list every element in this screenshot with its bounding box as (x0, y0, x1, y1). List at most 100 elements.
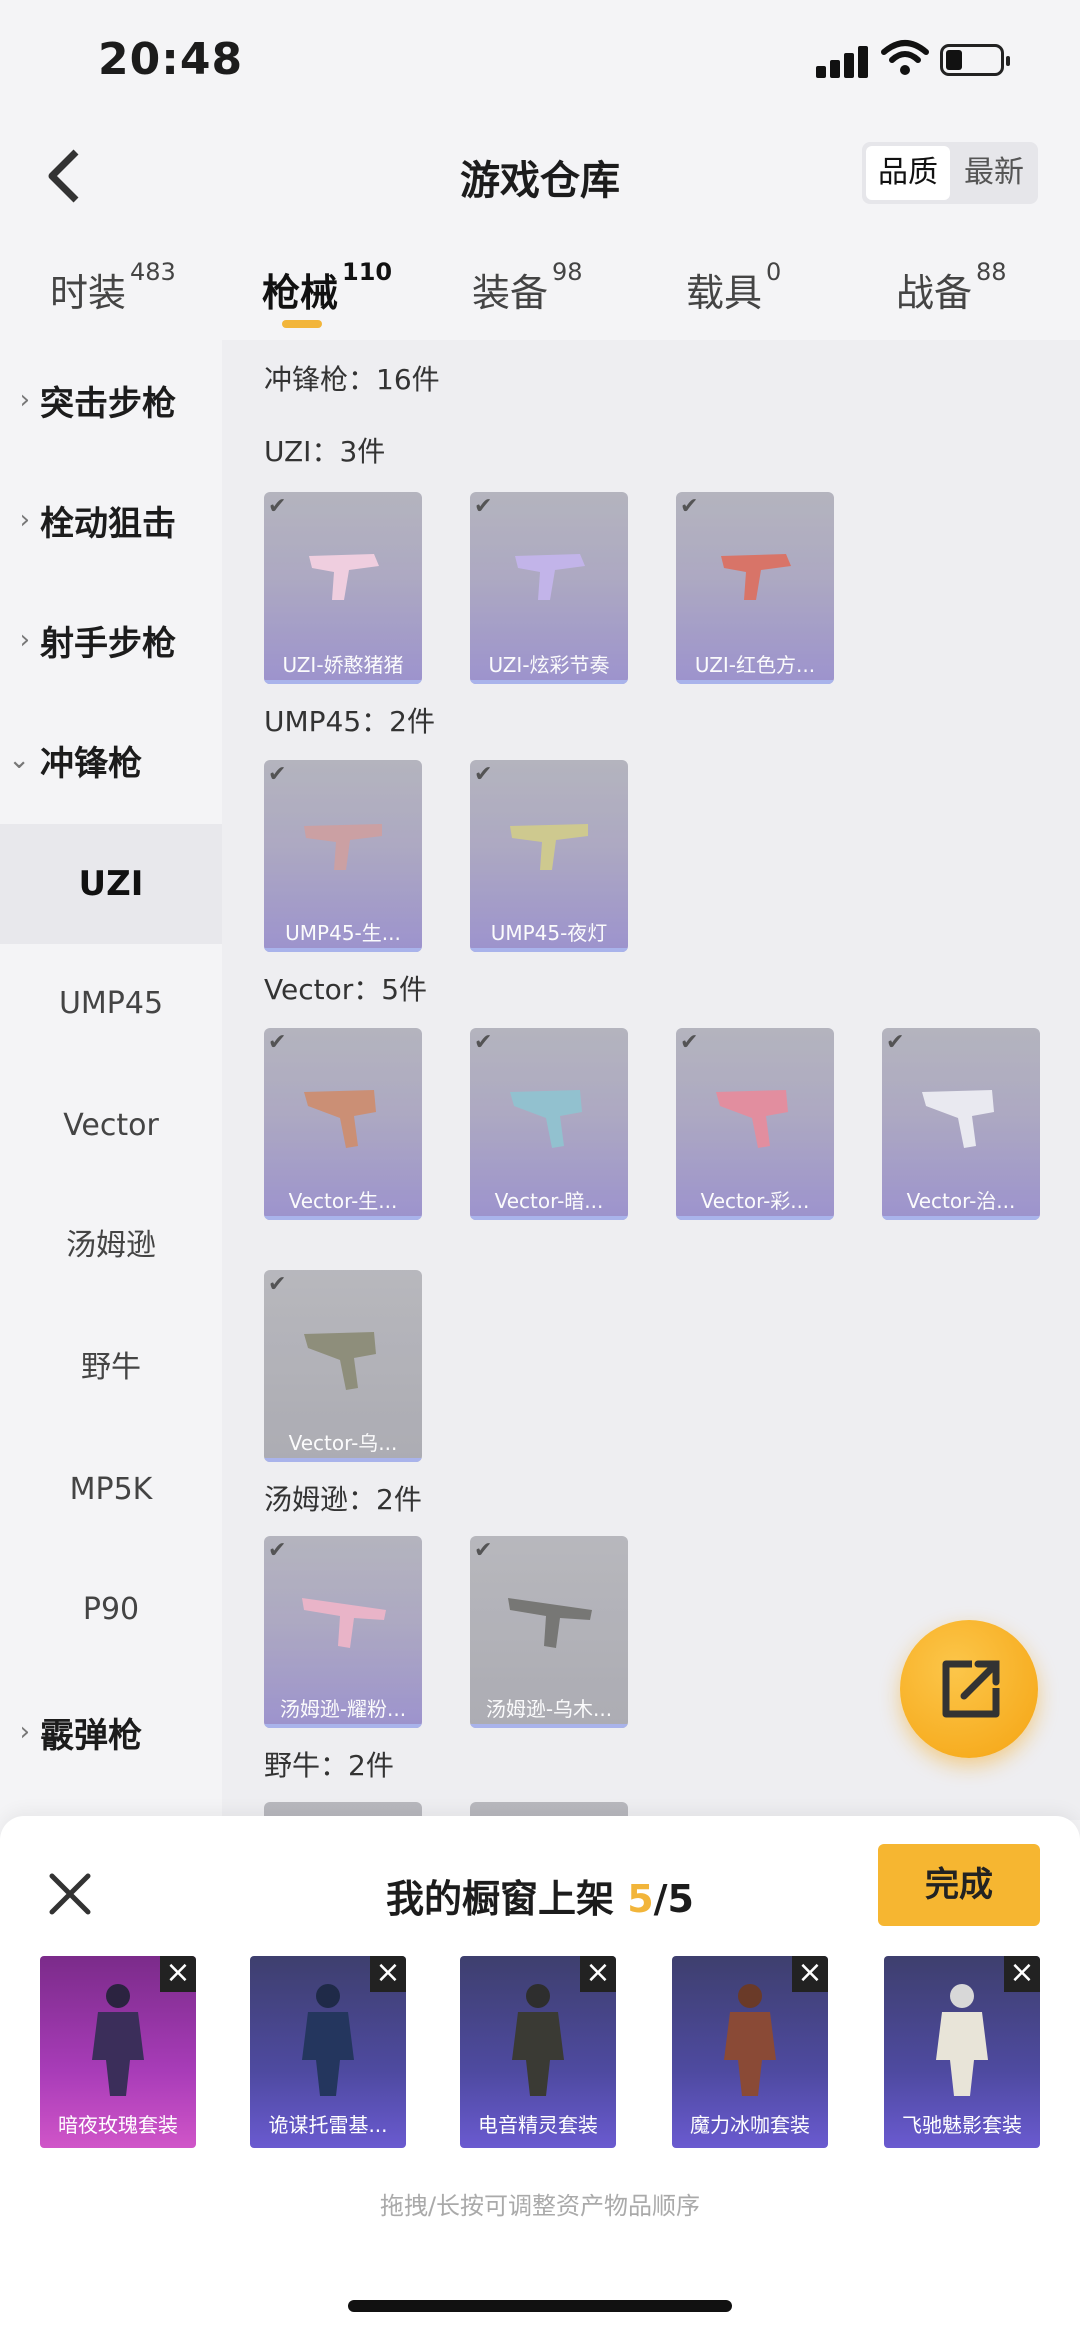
outfit-thumbnail (302, 1984, 354, 2096)
outfit-thumbnail (512, 1984, 564, 2096)
done-button[interactable]: 完成 (878, 1844, 1040, 1926)
check-icon: ✔ (268, 762, 287, 787)
wifi-icon (881, 40, 929, 75)
item-card[interactable]: ✔ UZI-红色方... (676, 492, 834, 684)
battery-icon (940, 44, 1010, 76)
group-label: UMP45：2件 (264, 705, 435, 738)
sort-quality-button[interactable]: 品质 (866, 146, 950, 200)
tab-firearms[interactable]: 枪械 110 (262, 258, 392, 317)
gun-thumbnail (508, 1598, 592, 1648)
home-indicator (348, 2300, 732, 2312)
showcase-item[interactable]: × 电音精灵套装 (460, 1956, 616, 2148)
remove-icon[interactable]: × (160, 1956, 196, 1992)
item-card[interactable]: ✔ 汤姆逊-耀粉... (264, 1536, 422, 1728)
rarity-bar (470, 680, 628, 684)
check-icon: ✔ (680, 1030, 699, 1055)
item-grid: 冲锋枪：16件 UZI：3件 ✔ UZI-娇憨猪猪 ✔ UZI-炫彩节奏 ✔ UZI-… (222, 340, 1080, 1820)
sidebar-sub-uzi[interactable]: UZI (0, 824, 222, 944)
remove-icon[interactable]: × (370, 1956, 406, 1992)
sidebar-item-smg[interactable]: ⌄ 冲锋枪 (0, 700, 222, 820)
check-icon: ✔ (474, 494, 493, 519)
check-icon: ✔ (886, 1030, 905, 1055)
check-icon: ✔ (680, 494, 699, 519)
showcase-item[interactable]: × 魔力冰咖套装 (672, 1956, 828, 2148)
item-card[interactable]: ✔ Vector-彩... (676, 1028, 834, 1220)
showcase-item[interactable]: × 诡谋托雷基... (250, 1956, 406, 2148)
tab-equipment[interactable]: 装备 98 (472, 258, 583, 317)
gun-thumbnail (304, 824, 382, 870)
gun-thumbnail (309, 554, 379, 600)
gun-thumbnail (922, 1090, 994, 1148)
rarity-bar (470, 948, 628, 952)
share-button[interactable] (900, 1620, 1038, 1758)
sidebar-sub-vector[interactable]: Vector (0, 1066, 222, 1186)
status-bar: 20:48 (0, 0, 1080, 120)
category-header: 冲锋枪：16件 (264, 363, 440, 396)
item-card[interactable]: ✔ UZI-娇憨猪猪 (264, 492, 422, 684)
showcase-sheet: 我的橱窗上架 5/5 完成 × 暗夜玫瑰套装 × 诡谋托雷基... × 电音精灵… (0, 1816, 1080, 2336)
reorder-hint: 拖拽/长按可调整资产物品顺序 (379, 2192, 701, 2220)
gun-thumbnail (721, 554, 791, 600)
remove-icon[interactable]: × (792, 1956, 828, 1992)
tab-supplies[interactable]: 战备 88 (896, 258, 1007, 317)
sidebar-sub-ump45[interactable]: UMP45 (0, 944, 222, 1064)
gun-thumbnail (716, 1090, 788, 1148)
gun-thumbnail (302, 1598, 386, 1648)
sort-newest-button[interactable]: 最新 (952, 146, 1036, 200)
gun-thumbnail (515, 554, 585, 600)
group-label: 汤姆逊：2件 (264, 1483, 422, 1516)
item-card[interactable]: ✔ UMP45-夜灯 (470, 760, 628, 952)
sort-toggle: 品质 最新 (862, 142, 1038, 204)
gun-thumbnail (510, 824, 588, 870)
sidebar-sub-p90[interactable]: P90 (0, 1550, 222, 1670)
check-icon: ✔ (268, 1272, 287, 1297)
group-label: Vector：5件 (264, 973, 428, 1006)
item-card[interactable]: ✔ Vector-治... (882, 1028, 1040, 1220)
group-label: UZI：3件 (264, 435, 386, 468)
item-card[interactable]: ✔ UZI-炫彩节奏 (470, 492, 628, 684)
tab-fashion[interactable]: 时装 483 (50, 258, 176, 317)
sidebar-sub-thompson[interactable]: 汤姆逊 (0, 1186, 222, 1306)
rarity-bar (264, 680, 422, 684)
rarity-bar (470, 1216, 628, 1220)
sidebar-item-bolt-sniper[interactable]: › 栓动狙击 (0, 460, 222, 580)
sidebar-item-marksman-rifle[interactable]: › 射手步枪 (0, 580, 222, 700)
rarity-bar (882, 1216, 1040, 1220)
tab-vehicles[interactable]: 载具 0 (686, 258, 781, 317)
outfit-thumbnail (92, 1984, 144, 2096)
share-icon (942, 1660, 1000, 1718)
remove-icon[interactable]: × (580, 1956, 616, 1992)
item-card[interactable]: ✔ Vector-暗... (470, 1028, 628, 1220)
item-card[interactable]: ✔ Vector-生... (264, 1028, 422, 1220)
rarity-bar (264, 1216, 422, 1220)
showcase-item[interactable]: × 暗夜玫瑰套装 (40, 1956, 196, 2148)
check-icon: ✔ (268, 1030, 287, 1055)
gun-thumbnail (304, 1332, 376, 1390)
check-icon: ✔ (474, 762, 493, 787)
rarity-bar (264, 1724, 422, 1728)
remove-icon[interactable]: × (1004, 1956, 1040, 1992)
rarity-bar (676, 1216, 834, 1220)
sidebar: › 突击步枪 › 栓动狙击 › 射手步枪 ⌄ 冲锋枪 UZI UMP45 Vector … (0, 340, 222, 1820)
sidebar-sub-mp5k[interactable]: MP5K (0, 1430, 222, 1550)
check-icon: ✔ (474, 1030, 493, 1055)
outfit-thumbnail (724, 1984, 776, 2096)
item-card[interactable]: ✔ 汤姆逊-乌木... (470, 1536, 628, 1728)
chevron-right-icon: › (19, 505, 30, 535)
sidebar-sub-bizon[interactable]: 野牛 (0, 1308, 222, 1428)
sidebar-item-assault-rifle[interactable]: › 突击步枪 (0, 340, 222, 460)
category-tabs: 时装 483 枪械 110 装备 98 载具 0 战备 88 (0, 252, 1080, 332)
chevron-down-icon: ⌄ (8, 745, 30, 775)
chevron-right-icon: › (19, 625, 30, 655)
gun-thumbnail (304, 1090, 376, 1148)
check-icon: ✔ (268, 494, 287, 519)
rarity-bar (470, 1724, 628, 1728)
showcase-item[interactable]: × 飞驰魅影套装 (884, 1956, 1040, 2148)
check-icon: ✔ (268, 1538, 287, 1563)
item-card[interactable]: ✔ UMP45-生... (264, 760, 422, 952)
outfit-thumbnail (936, 1984, 988, 2096)
status-time: 20:48 (98, 34, 244, 85)
sidebar-item-shotgun[interactable]: › 霰弹枪 (0, 1672, 222, 1792)
item-card[interactable]: ✔ Vector-乌... (264, 1270, 422, 1462)
chevron-right-icon: › (19, 385, 30, 415)
